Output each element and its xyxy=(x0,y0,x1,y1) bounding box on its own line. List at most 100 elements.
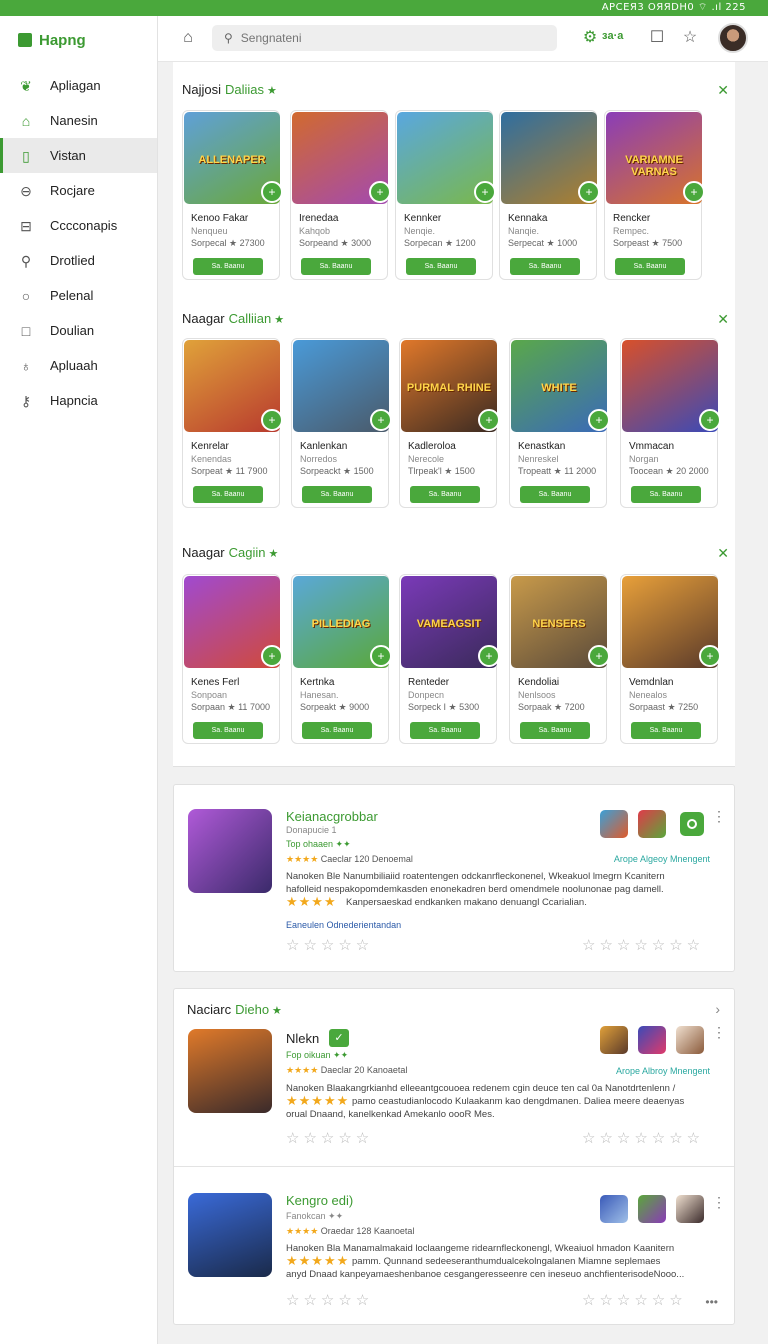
related-app-icon[interactable] xyxy=(600,1026,628,1054)
globe-icon: ⊖ xyxy=(20,182,32,199)
app-art[interactable] xyxy=(188,1029,272,1113)
add-icon[interactable]: + xyxy=(699,645,721,667)
app-meta-text: Oraedar 128 Kaanoetal xyxy=(320,1226,415,1236)
rate-stars-right[interactable]: ☆☆☆☆☆☆☆ xyxy=(582,936,704,954)
rate-stars-left[interactable]: ☆☆☆☆☆ xyxy=(286,1291,373,1309)
app-card[interactable]: ALLENAPER + Kenoo Fakar Nenqueu Sorpecal ★ 2… xyxy=(182,110,283,280)
related-app-icon[interactable] xyxy=(676,1026,704,1054)
add-icon[interactable]: + xyxy=(578,181,600,203)
more-icon[interactable]: ⋮ xyxy=(712,1025,726,1039)
settings-icon[interactable]: ⚙ xyxy=(580,28,600,48)
app-card[interactable]: VARIAMNE VARNAS + Rencker Rempec. Sorpeast ★… xyxy=(604,110,705,280)
add-icon[interactable]: + xyxy=(588,645,610,667)
get-button[interactable]: Sa. Baanu xyxy=(406,258,476,275)
app-card[interactable]: NENSERS + Kendoliai Nenlsoos Sorpaak ★ 7200 S… xyxy=(509,574,610,744)
sidebar-item-4[interactable]: ⊟ Cccconapis xyxy=(0,208,157,243)
star-icon[interactable]: ☆ xyxy=(680,28,700,48)
app-card[interactable]: + Kenrelar Kenendas Sorpeat ★ 11 7900 Sa. Ba… xyxy=(182,338,283,508)
sidebar-item-9[interactable]: ⚷ Hapncia xyxy=(0,383,157,418)
app-card[interactable]: + Kennaka Nanqie. Serpecat ★ 1000 Sa. Baanu xyxy=(499,110,600,280)
brand[interactable]: Hapng xyxy=(0,16,157,64)
close-icon[interactable]: ✕ xyxy=(717,545,729,562)
sidebar-item-7[interactable]: □ Doulian xyxy=(0,313,157,348)
app-card[interactable]: VAMEAGSIT + Renteder Donpecn Sorpeck I ★ 530… xyxy=(399,574,500,744)
get-button[interactable]: Sa. Baanu xyxy=(615,258,685,275)
detail-listing[interactable]: Keianacgrobbar Donapucie 1 Top ohaaen ✦✦… xyxy=(173,784,735,972)
search-bar[interactable]: ⚲ xyxy=(212,25,557,51)
app-card[interactable]: PURMAL RHINE + Kadleroloa Nerecole Tlrpeak'l… xyxy=(399,338,500,508)
app-title[interactable]: Kengro edi) xyxy=(286,1193,353,1208)
more-icon[interactable]: ••• xyxy=(705,1295,718,1309)
add-icon[interactable]: + xyxy=(261,409,283,431)
sidebar-item-0[interactable]: ❦ Apliagan xyxy=(0,68,157,103)
app-name: Kenastkan xyxy=(518,441,566,452)
close-icon[interactable]: ✕ xyxy=(717,82,729,99)
agency-link[interactable]: Arope Albroy Mnengent xyxy=(616,1066,710,1076)
get-button[interactable]: Sa. Baanu xyxy=(510,258,580,275)
get-button[interactable]: Sa. Baanu xyxy=(302,722,372,739)
sidebar-item-8[interactable]: ♁ Apluaah xyxy=(0,348,157,383)
get-button[interactable]: Sa. Baanu xyxy=(410,722,480,739)
get-button[interactable]: Sa. Baanu xyxy=(631,722,701,739)
related-app-icon[interactable] xyxy=(600,1195,628,1223)
related-app-icon[interactable] xyxy=(638,810,666,838)
home-icon[interactable]: ⌂ xyxy=(178,28,198,48)
add-icon[interactable]: + xyxy=(478,409,500,431)
app-art[interactable] xyxy=(188,1193,272,1277)
details-link[interactable]: Eaneulen Odnederientandan xyxy=(286,920,401,930)
agency-link[interactable]: Arope Algeoy Mnengent xyxy=(614,854,710,864)
rate-stars-right[interactable]: ☆☆☆☆☆☆ xyxy=(582,1291,687,1309)
more-icon[interactable]: ⋮ xyxy=(712,809,726,823)
related-app-icon[interactable] xyxy=(638,1026,666,1054)
rate-stars-left[interactable]: ☆☆☆☆☆ xyxy=(286,1129,373,1147)
related-app-icon[interactable] xyxy=(638,1195,666,1223)
sidebar-item-2[interactable]: ▯ Vistan xyxy=(0,138,157,173)
app-card[interactable]: + Kenes Ferl Sonpoan Sorpaan ★ 11 7000 Sa. B… xyxy=(182,574,283,744)
window-icon[interactable]: ☐ xyxy=(647,28,667,48)
sidebar-item-1[interactable]: ⌂ Nanesin xyxy=(0,103,157,138)
avatar[interactable] xyxy=(718,23,748,53)
get-button[interactable]: Sa. Baanu xyxy=(520,486,590,503)
add-icon[interactable]: + xyxy=(370,409,392,431)
add-icon[interactable]: + xyxy=(683,181,705,203)
add-icon[interactable]: + xyxy=(370,645,392,667)
app-title[interactable]: Keianacgrobbar xyxy=(286,809,378,824)
sidebar-item-5[interactable]: ⚲ Drotlied xyxy=(0,243,157,278)
app-meta: Sorpaak ★ 7200 xyxy=(518,702,585,712)
app-card[interactable]: + Vmmacan Norgan Toocean ★ 20 2000 Sa. Baanu xyxy=(620,338,721,508)
app-card[interactable]: WHITE + Kenastkan Nenreskel Tropeatt ★ 11 20… xyxy=(509,338,610,508)
app-card[interactable]: + Vemdnlan Nenealos Sorpaast ★ 7250 Sa. Baan… xyxy=(620,574,721,744)
get-button[interactable]: Sa. Baanu xyxy=(520,722,590,739)
close-icon[interactable]: ✕ xyxy=(717,311,729,328)
get-button[interactable]: Sa. Baanu xyxy=(193,722,263,739)
get-button[interactable]: Sa. Baanu xyxy=(193,486,263,503)
app-card[interactable]: + Kanlenkan Norredos Sorpeackt ★ 1500 Sa. Ba… xyxy=(291,338,392,508)
install-icon[interactable] xyxy=(680,812,704,836)
app-card[interactable]: PILLEDIAG + Kertnka Hanesan. Sorpeakt ★ 9000… xyxy=(291,574,392,744)
app-card[interactable]: + Irenedaa Kahqob Sorpeand ★ 3000 Sa. Baanu xyxy=(290,110,391,280)
rate-stars-right[interactable]: ☆☆☆☆☆☆☆ xyxy=(582,1129,704,1147)
chevron-right-icon[interactable]: › xyxy=(715,1001,720,1017)
get-button[interactable]: Sa. Baanu xyxy=(410,486,480,503)
app-card[interactable]: + Kennker Nenqie. Sorpecan ★ 1200 Sa. Baanu xyxy=(395,110,496,280)
app-art[interactable] xyxy=(188,809,272,893)
get-button[interactable]: Sa. Baanu xyxy=(302,486,372,503)
add-icon[interactable]: + xyxy=(261,645,283,667)
add-icon[interactable]: + xyxy=(474,181,496,203)
add-icon[interactable]: + xyxy=(588,409,610,431)
rate-stars-left[interactable]: ☆☆☆☆☆ xyxy=(286,936,373,954)
add-icon[interactable]: + xyxy=(699,409,721,431)
add-icon[interactable]: + xyxy=(261,181,283,203)
get-button[interactable]: Sa. Baanu xyxy=(631,486,701,503)
more-icon[interactable]: ⋮ xyxy=(712,1195,726,1209)
add-icon[interactable]: + xyxy=(478,645,500,667)
related-app-icon[interactable] xyxy=(600,810,628,838)
sidebar-item-3[interactable]: ⊖ Rocjare xyxy=(0,173,157,208)
search-input[interactable] xyxy=(240,31,541,45)
add-icon[interactable]: + xyxy=(369,181,391,203)
get-button[interactable]: Sa. Baanu xyxy=(301,258,371,275)
get-button[interactable]: Sa. Baanu xyxy=(193,258,263,275)
sidebar-item-6[interactable]: ○ Pelenal xyxy=(0,278,157,313)
related-app-icon[interactable] xyxy=(676,1195,704,1223)
app-title[interactable]: Nlekn xyxy=(286,1031,319,1046)
